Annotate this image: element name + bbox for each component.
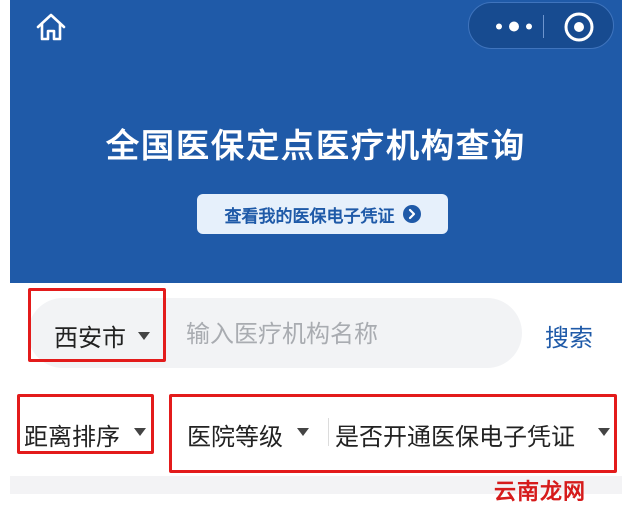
view-e-certificate-button[interactable]: 查看我的医保电子凭证 [197, 194, 448, 234]
close-target-icon[interactable] [561, 9, 597, 45]
filters-highlight-box [169, 394, 617, 473]
header-banner: 全国医保定点医疗机构查询 查看我的医保电子凭证 [10, 0, 622, 283]
cert-button-label: 查看我的医保电子凭证 [224, 206, 395, 227]
more-icon[interactable] [485, 3, 543, 50]
watermark: 云南龙网 [494, 480, 587, 505]
city-highlight-box [28, 288, 166, 362]
chevron-right-circle-icon [402, 205, 421, 223]
page-title: 全国医保定点医疗机构查询 [106, 126, 526, 165]
search-input[interactable] [186, 314, 506, 354]
sort-highlight-box [17, 394, 154, 454]
mini-program-capsule [468, 2, 614, 49]
capsule-divider [543, 15, 544, 38]
search-button[interactable]: 搜索 [545, 318, 593, 353]
home-icon[interactable] [34, 10, 68, 44]
